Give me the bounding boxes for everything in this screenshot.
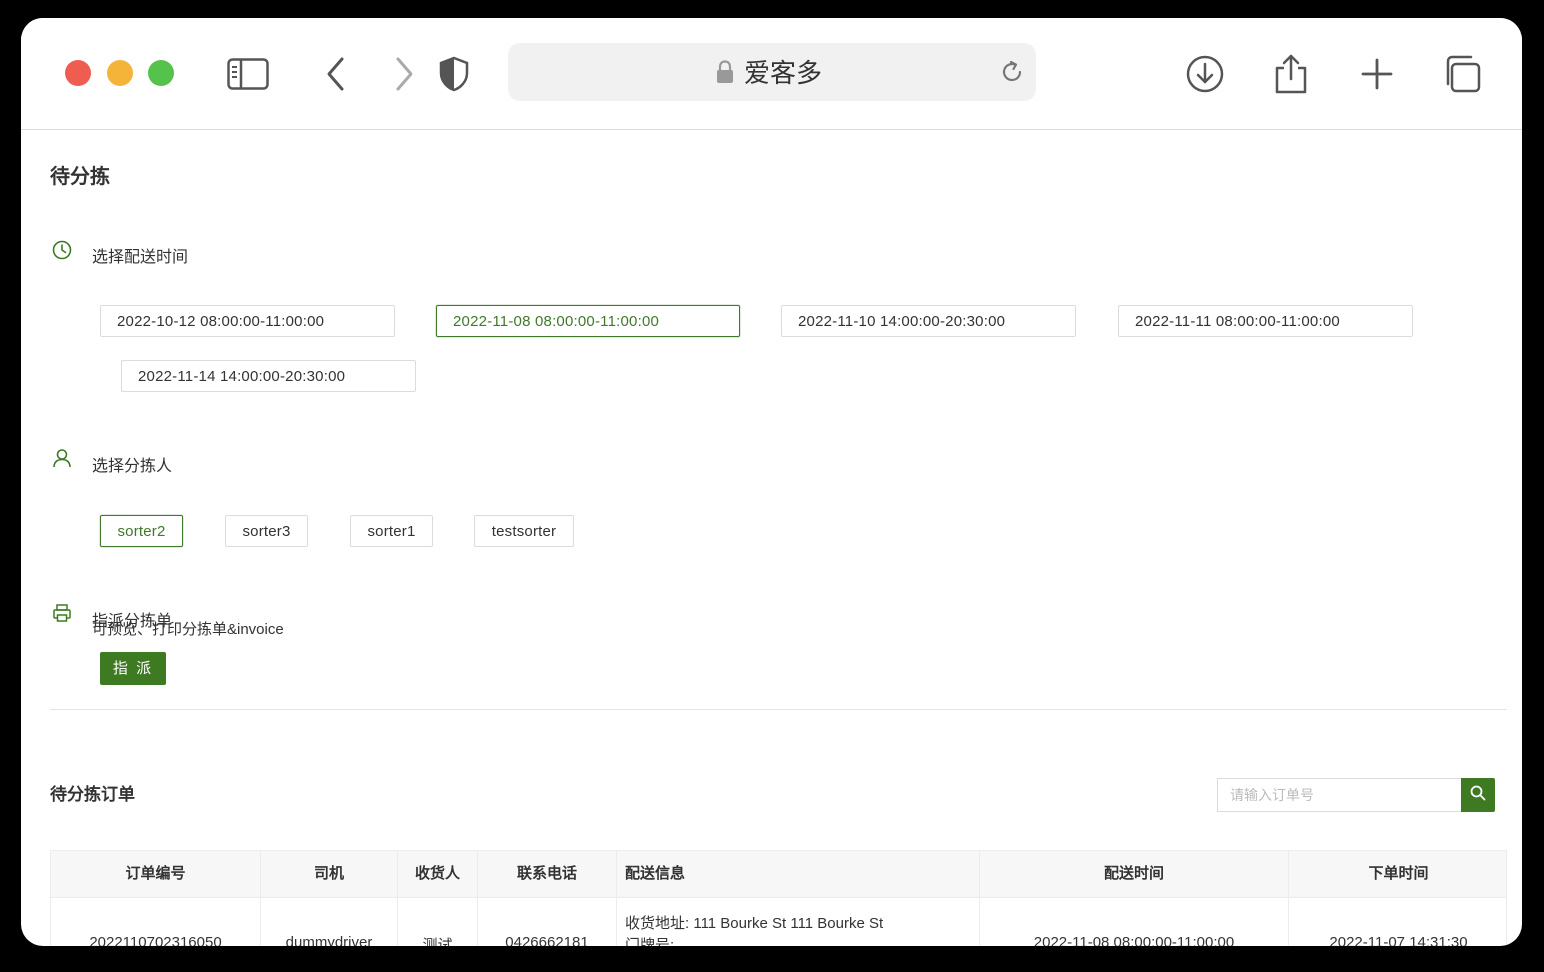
sorter-option[interactable]: sorter3: [225, 515, 308, 547]
page-content: 待分拣 选择配送时间 2022-10-12 08:00:00-11:00:00 …: [21, 130, 1522, 946]
printer-icon: [52, 603, 72, 628]
browser-window: 爱客多 待分拣 选择配送时间 2022-10-12 08:00:00-11:00…: [21, 18, 1522, 946]
minimize-window-button[interactable]: [107, 60, 133, 86]
download-icon[interactable]: [1183, 52, 1227, 96]
back-arrow-icon[interactable]: [314, 52, 358, 96]
share-icon[interactable]: [1269, 52, 1313, 96]
address-bar[interactable]: 爱客多: [508, 43, 1036, 101]
order-search-input[interactable]: 请输入订单号: [1217, 778, 1461, 812]
delivery-time-option-selected[interactable]: 2022-11-08 08:00:00-11:00:00: [436, 305, 740, 337]
sorter-option[interactable]: testsorter: [474, 515, 574, 547]
delivery-address: 收货地址: 111 Bourke St 111 Bourke St: [625, 915, 884, 932]
column-header-order-time: 下单时间: [1368, 865, 1429, 882]
new-tab-icon[interactable]: [1355, 52, 1399, 96]
orders-table: 订单编号 司机 收货人 联系电话 配送信息 配送时间 下单时间 20221107…: [50, 850, 1507, 946]
table-header: 订单编号 司机 收货人 联系电话 配送信息 配送时间 下单时间: [50, 850, 1507, 898]
page-title: 待分拣: [50, 166, 110, 188]
orders-heading: 待分拣订单: [50, 785, 135, 804]
sorter-heading: 选择分拣人: [92, 458, 173, 475]
clock-icon: [52, 240, 72, 265]
search-button[interactable]: [1461, 778, 1495, 812]
column-header-delivery-info: 配送信息: [617, 851, 980, 897]
search-icon: [1470, 785, 1486, 806]
cell-delivery-info: 收货地址: 111 Bourke St 111 Bourke St 门牌号:: [617, 898, 980, 946]
column-header-delivery-time: 配送时间: [980, 851, 1289, 897]
column-header-order-no: 订单编号: [51, 851, 261, 897]
section-divider: [50, 709, 1507, 710]
delivery-time-option[interactable]: 2022-11-14 14:00:00-20:30:00: [121, 360, 416, 392]
cell-order-no: 2022110702316050: [51, 898, 261, 946]
sorter-option[interactable]: sorter1: [350, 515, 433, 547]
reload-icon[interactable]: [999, 59, 1025, 90]
close-window-button[interactable]: [65, 60, 91, 86]
lock-icon: [716, 60, 734, 89]
cell-driver: dummydriver: [261, 898, 398, 946]
delivery-time-heading: 选择配送时间: [92, 249, 189, 266]
address-domain: 爱客多: [744, 59, 823, 89]
column-header-driver: 司机: [261, 851, 398, 897]
column-header-receiver: 收货人: [398, 851, 478, 897]
cell-delivery-time: 2022-11-08 08:00:00-11:00:00: [980, 898, 1289, 946]
assign-subtitle: 可预览、打印分拣单&invoice: [92, 621, 284, 638]
privacy-shield-icon[interactable]: [432, 52, 476, 96]
table-row[interactable]: 2022110702316050 dummydriver 测试 04266621…: [50, 898, 1507, 946]
delivery-time-option[interactable]: 2022-11-10 14:00:00-20:30:00: [781, 305, 1076, 337]
column-header-phone: 联系电话: [478, 851, 617, 897]
cell-order-time: 2022-11-07 14:31:30: [1329, 934, 1468, 946]
sidebar-toggle-icon[interactable]: [226, 52, 270, 96]
cell-phone: 0426662181: [478, 898, 617, 946]
tab-overview-icon[interactable]: [1440, 52, 1484, 96]
sorter-option-selected[interactable]: sorter2: [100, 515, 183, 547]
delivery-time-option[interactable]: 2022-11-11 08:00:00-11:00:00: [1118, 305, 1413, 337]
door-number: 门牌号:: [625, 937, 675, 946]
zoom-window-button[interactable]: [148, 60, 174, 86]
delivery-time-option[interactable]: 2022-10-12 08:00:00-11:00:00: [100, 305, 395, 337]
forward-arrow-icon[interactable]: [382, 52, 426, 96]
browser-toolbar: 爱客多: [21, 18, 1522, 130]
assign-button[interactable]: 指 派: [100, 652, 166, 685]
user-icon: [52, 448, 72, 473]
cell-receiver: 测试: [398, 898, 478, 946]
